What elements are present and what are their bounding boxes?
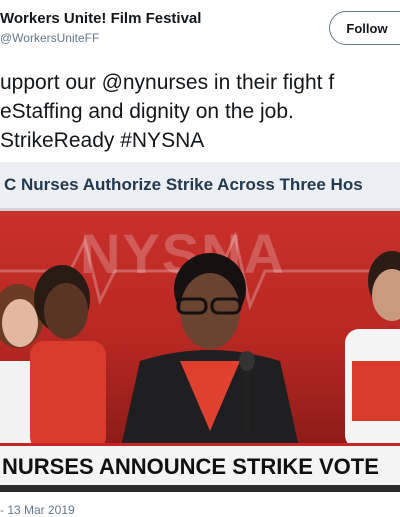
tweet-text-line: StrikeReady #NYSNA	[0, 129, 205, 152]
tweet-text: upport our @nynurses in their fight f eS…	[0, 68, 400, 155]
tweet-timestamp[interactable]: - 13 Mar 2019	[0, 503, 75, 517]
tweet-media-video[interactable]: C Nurses Authorize Strike Across Three H…	[0, 162, 400, 492]
lower-third-text: NURSES ANNOUNCE STRIKE VOTE	[2, 454, 379, 479]
news-headline-banner: C Nurses Authorize Strike Across Three H…	[0, 162, 400, 211]
news-lower-third: NURSES ANNOUNCE STRIKE VOTE	[0, 443, 400, 488]
news-headline-text: C Nurses Authorize Strike Across Three H…	[4, 175, 363, 194]
tweet-text-line: eStaffing and dignity on the job.	[0, 100, 294, 123]
lower-third-strip	[0, 485, 400, 492]
press-conference-illustration	[0, 231, 400, 443]
author-name[interactable]: Workers Unite! Film Festival	[0, 10, 201, 27]
follow-button[interactable]: Follow	[329, 11, 400, 45]
tweet-text-line: upport our @nynurses in their fight f	[0, 71, 335, 94]
video-frame: NYSNA	[0, 211, 400, 443]
tweet-author[interactable]: Workers Unite! Film Festival @WorkersUni…	[0, 10, 201, 45]
author-handle[interactable]: @WorkersUniteFF	[0, 31, 99, 45]
